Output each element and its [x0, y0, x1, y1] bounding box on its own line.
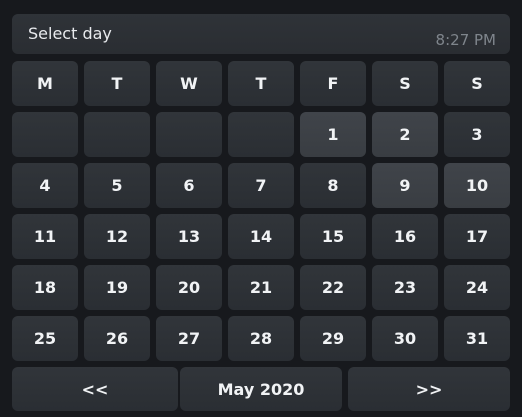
- empty-day-cell: [156, 112, 222, 157]
- day-cell-3[interactable]: 3: [444, 112, 510, 157]
- day-cell-9[interactable]: 9: [372, 163, 438, 208]
- dialog-title: Select day: [28, 24, 112, 43]
- day-cell-20[interactable]: 20: [156, 265, 222, 310]
- empty-day-cell: [12, 112, 78, 157]
- day-cell-11[interactable]: 11: [12, 214, 78, 259]
- day-cell-5[interactable]: 5: [84, 163, 150, 208]
- month-year-button[interactable]: May 2020: [180, 367, 342, 411]
- day-cell-16[interactable]: 16: [372, 214, 438, 259]
- day-cell-21[interactable]: 21: [228, 265, 294, 310]
- weekday-header: W: [156, 61, 222, 106]
- day-cell-28[interactable]: 28: [228, 316, 294, 361]
- weekday-header: S: [372, 61, 438, 106]
- empty-day-cell: [228, 112, 294, 157]
- day-cell-24[interactable]: 24: [444, 265, 510, 310]
- day-cell-26[interactable]: 26: [84, 316, 150, 361]
- day-cell-29[interactable]: 29: [300, 316, 366, 361]
- day-cell-2[interactable]: 2: [372, 112, 438, 157]
- day-cell-13[interactable]: 13: [156, 214, 222, 259]
- day-cell-25[interactable]: 25: [12, 316, 78, 361]
- weekday-header: S: [444, 61, 510, 106]
- day-cell-4[interactable]: 4: [12, 163, 78, 208]
- day-cell-18[interactable]: 18: [12, 265, 78, 310]
- previous-month-button[interactable]: <<: [12, 367, 178, 411]
- day-cell-14[interactable]: 14: [228, 214, 294, 259]
- weekday-header: T: [84, 61, 150, 106]
- weekday-header: T: [228, 61, 294, 106]
- day-cell-10[interactable]: 10: [444, 163, 510, 208]
- day-picker-header: Select day 8:27 PM: [12, 14, 510, 54]
- day-cell-19[interactable]: 19: [84, 265, 150, 310]
- empty-day-cell: [84, 112, 150, 157]
- day-cell-6[interactable]: 6: [156, 163, 222, 208]
- current-time: 8:27 PM: [435, 31, 496, 49]
- weekday-header: F: [300, 61, 366, 106]
- day-cell-22[interactable]: 22: [300, 265, 366, 310]
- weekday-header: M: [12, 61, 78, 106]
- day-cell-31[interactable]: 31: [444, 316, 510, 361]
- day-picker: Select day 8:27 PM M T W T F S S 1 2 3 4 5 6 7 8 9 10 11 1…: [0, 0, 522, 417]
- day-cell-7[interactable]: 7: [228, 163, 294, 208]
- day-cell-27[interactable]: 27: [156, 316, 222, 361]
- day-cell-12[interactable]: 12: [84, 214, 150, 259]
- day-cell-15[interactable]: 15: [300, 214, 366, 259]
- day-cell-30[interactable]: 30: [372, 316, 438, 361]
- day-cell-1[interactable]: 1: [300, 112, 366, 157]
- next-month-button[interactable]: >>: [348, 367, 510, 411]
- day-cell-23[interactable]: 23: [372, 265, 438, 310]
- day-cell-17[interactable]: 17: [444, 214, 510, 259]
- day-cell-8[interactable]: 8: [300, 163, 366, 208]
